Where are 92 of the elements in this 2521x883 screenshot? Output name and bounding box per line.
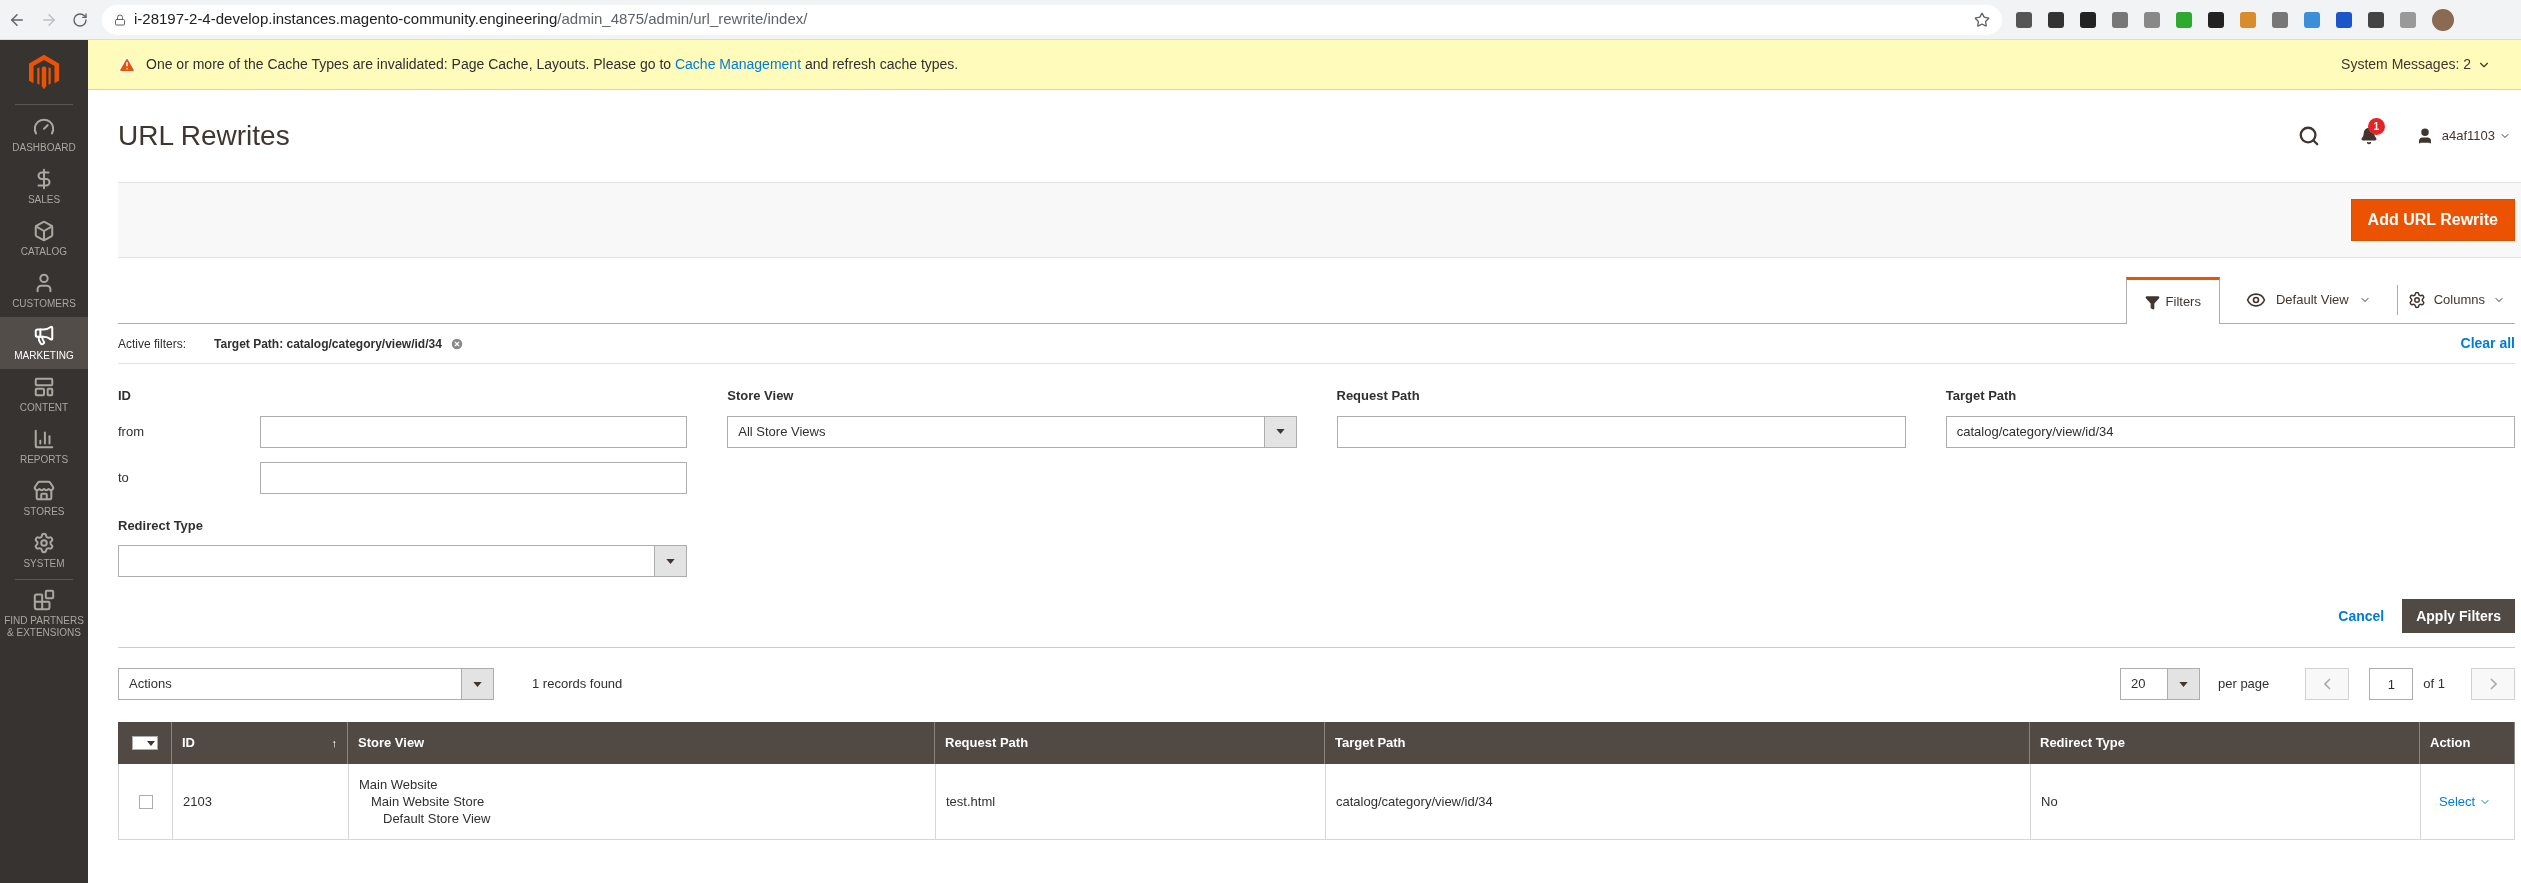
request-path-field[interactable] bbox=[1336, 415, 1906, 448]
user-menu[interactable]: a4af1103 bbox=[2441, 126, 2511, 146]
per-page-label: per page bbox=[2218, 675, 2270, 694]
filter-label: ID bbox=[118, 387, 132, 405]
catalog-icon bbox=[33, 220, 55, 242]
active-filter-text: Target Path: catalog/category/view/id/34 bbox=[214, 335, 442, 353]
reload-icon[interactable] bbox=[72, 11, 88, 28]
profile-avatar[interactable] bbox=[2432, 8, 2454, 31]
filter-label: Redirect Type bbox=[118, 516, 204, 535]
table-cell-text: 2103 bbox=[183, 792, 212, 811]
mass-select-checkbox[interactable] bbox=[131, 736, 158, 750]
store-view-line: Default Store View bbox=[382, 810, 492, 827]
eye-icon bbox=[2245, 290, 2266, 310]
warning-icon bbox=[118, 55, 136, 74]
table-cell-text: catalog/category/view/id/34 bbox=[1336, 792, 1493, 811]
logo-icon[interactable] bbox=[29, 54, 59, 90]
cancel-link[interactable]: Cancel bbox=[2338, 605, 2385, 627]
chevron-left-icon bbox=[2323, 678, 2331, 690]
redirect-type-select[interactable] bbox=[118, 545, 688, 577]
store-view-line: Main Website bbox=[359, 776, 439, 793]
caret-icon bbox=[666, 558, 676, 564]
from-label: from bbox=[118, 422, 145, 441]
filter-label: Request Path bbox=[1336, 387, 1421, 405]
extension-icon[interactable] bbox=[2368, 11, 2384, 28]
filter-label: Store View bbox=[727, 387, 795, 405]
caret-icon bbox=[146, 740, 155, 746]
extension-icon[interactable] bbox=[2080, 11, 2096, 28]
caret-icon bbox=[2179, 681, 2188, 687]
page-size-select[interactable]: 20 bbox=[2120, 668, 2200, 700]
sidebar-item[interactable]: STORES bbox=[0, 473, 88, 525]
sidebar-item[interactable]: MARKETING bbox=[0, 317, 88, 369]
marketing-icon bbox=[33, 324, 55, 346]
id-from-field[interactable] bbox=[260, 415, 688, 448]
page-number-field[interactable]: 1 bbox=[2369, 668, 2414, 700]
clear-all-link[interactable]: Clear all bbox=[2460, 333, 2515, 354]
sidebar-item[interactable]: SYSTEM bbox=[0, 525, 88, 577]
view-dropdown[interactable]: Default View bbox=[2219, 277, 2397, 323]
content-icon bbox=[33, 376, 55, 398]
system-icon bbox=[33, 532, 55, 554]
address-bar[interactable]: i-28197-2-4-develop.instances.magento-community.engineering/admin_4875/admin/url_rewrite/index/ bbox=[102, 4, 2002, 35]
column-header[interactable]: ID ↑ bbox=[172, 722, 348, 764]
message-link[interactable]: Cache Management bbox=[674, 56, 802, 72]
reports-icon bbox=[33, 428, 55, 450]
records-count: 1 records found bbox=[532, 675, 624, 694]
add-url-rewrite-button[interactable]: Add URL Rewrite bbox=[2350, 199, 2515, 241]
lock-icon bbox=[114, 13, 126, 26]
column-header[interactable]: Action bbox=[2420, 722, 2515, 764]
page-count: of 1 bbox=[2423, 675, 2445, 694]
caret-icon bbox=[1275, 429, 1285, 434]
table-cell-text: No bbox=[2041, 792, 2058, 811]
active-filters-label: Active filters: bbox=[118, 335, 186, 353]
sidebar-item[interactable]: REPORTS bbox=[0, 421, 88, 473]
apply-filters-button[interactable]: Apply Filters bbox=[2402, 599, 2515, 633]
row-checkbox[interactable] bbox=[138, 794, 153, 809]
sidebar-item[interactable]: DASHBOARD bbox=[0, 109, 88, 161]
sidebar-item[interactable]: CONTENT bbox=[0, 369, 88, 421]
to-label: to bbox=[118, 468, 130, 487]
gear-icon bbox=[2407, 291, 2426, 309]
sidebar-item[interactable]: SALES bbox=[0, 161, 88, 213]
filters-tab[interactable]: Filters bbox=[2125, 277, 2220, 324]
select-action-link[interactable]: Select bbox=[2439, 791, 2492, 812]
message-text: One or more of the Cache Types are invalidated: Page Cache, Layouts. Please go to Cache Management and refresh cache types. bbox=[146, 55, 960, 74]
column-header[interactable]: Store View bbox=[348, 722, 935, 764]
sidebar-item[interactable]: CUSTOMERS bbox=[0, 265, 88, 317]
partners-icon bbox=[33, 589, 55, 611]
sidebar-item[interactable]: CATALOG bbox=[0, 213, 88, 265]
column-header[interactable]: Target Path bbox=[1325, 722, 2030, 764]
store-view-select[interactable]: All Store Views bbox=[727, 415, 1297, 448]
column-header[interactable]: Request Path bbox=[935, 722, 1325, 764]
stores-icon bbox=[33, 480, 55, 502]
column-header[interactable]: Redirect Type bbox=[2030, 722, 2420, 764]
extension-icon[interactable] bbox=[2016, 11, 2032, 28]
actions-select[interactable]: Actions bbox=[118, 668, 494, 700]
filter-label: Target Path bbox=[1945, 387, 2018, 405]
store-view-line: Main Website Store bbox=[370, 793, 486, 810]
bookmark-star-icon[interactable] bbox=[1974, 11, 1990, 28]
filter-icon bbox=[2144, 294, 2160, 310]
extension-icon[interactable] bbox=[2208, 11, 2224, 28]
extension-icon[interactable] bbox=[2048, 11, 2064, 28]
table-cell-text: test.html bbox=[946, 792, 996, 811]
chevron-right-icon bbox=[2489, 678, 2497, 690]
page-title: URL Rewrites bbox=[118, 119, 291, 153]
url-text: i-28197-2-4-develop.instances.magento-community.engineering/admin_4875/admin/url_rewrite/index/ bbox=[134, 9, 809, 30]
target-path-field[interactable]: catalog/category/view/id/34 bbox=[1945, 415, 2515, 448]
sidebar-item[interactable]: FIND PARTNERS & EXTENSIONS bbox=[0, 582, 88, 646]
columns-dropdown[interactable]: Columns bbox=[2397, 277, 2515, 323]
search-icon[interactable] bbox=[2297, 125, 2320, 147]
system-messages-toggle[interactable]: System Messages: 2 bbox=[2341, 54, 2491, 75]
caret-icon bbox=[473, 681, 482, 687]
id-to-field[interactable] bbox=[260, 461, 688, 494]
notification-count: 1 bbox=[2367, 118, 2385, 135]
remove-filter-icon[interactable] bbox=[449, 336, 464, 351]
